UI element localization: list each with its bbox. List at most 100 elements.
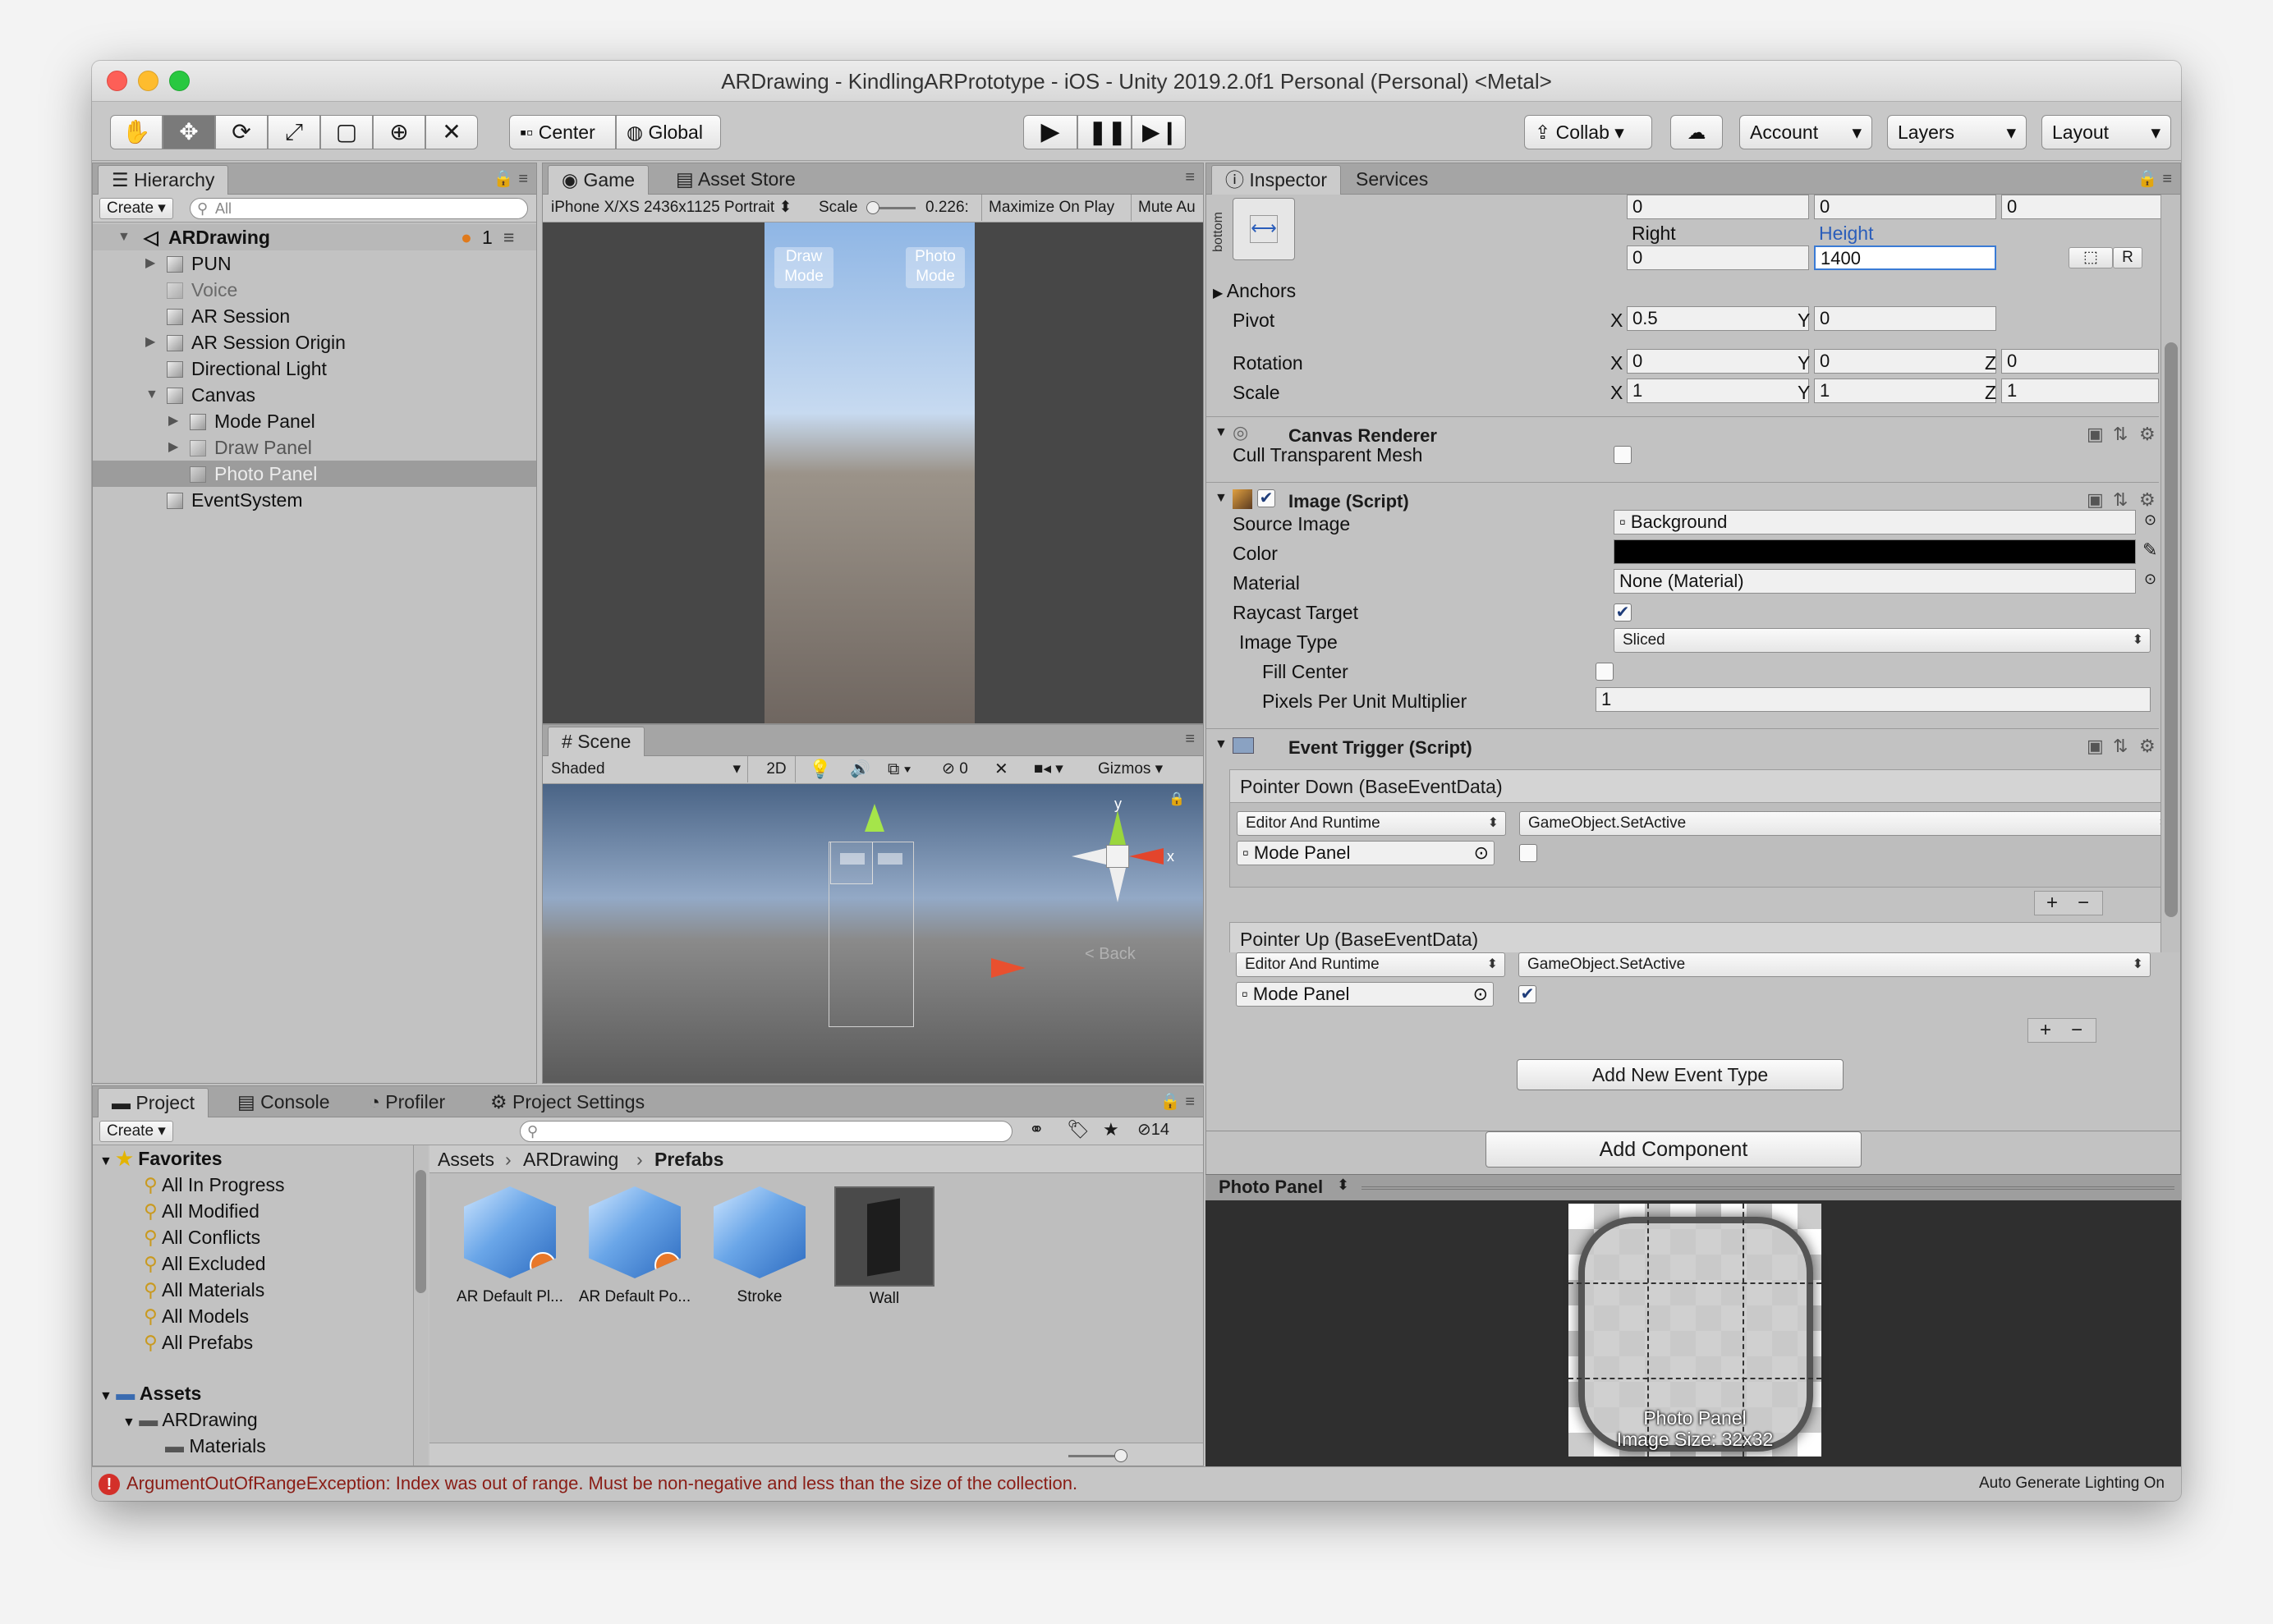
hierarchy-item-directional-light[interactable]: Directional Light <box>93 356 536 382</box>
account-dropdown[interactable]: Account ▾ <box>1739 115 1872 149</box>
right-field[interactable]: 0 <box>1627 245 1809 270</box>
hierarchy-item-pun[interactable]: ▶ PUN <box>93 250 536 277</box>
step-button[interactable]: ▶❙ <box>1132 115 1186 149</box>
2d-toggle[interactable]: 2D <box>758 756 796 782</box>
eyedropper-icon[interactable]: ✎ <box>2142 539 2157 561</box>
tab-console[interactable]: ▤ Console <box>224 1088 343 1117</box>
fill-center-checkbox[interactable] <box>1596 663 1614 681</box>
help-icon[interactable]: ▣ <box>2087 489 2104 511</box>
add-listener-button[interactable]: + <box>2046 892 2058 915</box>
transform-tool-icon[interactable]: ⊕ <box>373 115 425 149</box>
asset-item[interactable]: AR Default Po... <box>577 1186 692 1306</box>
scale-slider-thumb[interactable] <box>866 201 879 214</box>
scale-y-field[interactable]: 1 <box>1814 378 1996 403</box>
tab-inspector[interactable]: ⓘ Inspector <box>1211 165 1341 195</box>
anchor-preset-button[interactable]: ⟷ <box>1233 198 1295 260</box>
gizmo-center-cube[interactable] <box>1106 845 1129 868</box>
raw-edit-button[interactable]: R <box>2113 247 2142 268</box>
gizmos-dropdown[interactable]: Gizmos ▾ <box>1098 756 1163 782</box>
favorite-item[interactable]: ⚲ All Prefabs <box>144 1329 253 1356</box>
mute-audio-toggle[interactable]: Mute Au <box>1131 195 1196 221</box>
shading-dropdown[interactable]: Shaded ▾ <box>551 756 748 782</box>
resolution-dropdown[interactable]: iPhone X/XS 2436x1125 Portrait ⬍ <box>551 195 792 221</box>
panel-menu-icon[interactable]: ≡ <box>1185 168 1195 187</box>
tab-profiler[interactable]: ◔ Profiler <box>356 1088 458 1117</box>
lighting-icon[interactable]: 💡 <box>809 756 831 782</box>
photo-mode-button[interactable]: Photo Mode <box>906 247 965 288</box>
layout-dropdown[interactable]: Layout ▾ <box>2041 115 2171 149</box>
gizmo-y-cone-icon[interactable] <box>1109 810 1126 845</box>
orientation-gizmo[interactable]: y x <box>1068 796 1174 906</box>
project-search-input[interactable]: ⚲ <box>520 1121 1013 1142</box>
rotation-z-field[interactable]: 0 <box>2001 349 2159 374</box>
tab-project-settings[interactable]: ⚙ Project Settings <box>477 1088 658 1117</box>
move-tool-icon[interactable]: ✥ <box>163 115 215 149</box>
minimize-window-button[interactable] <box>138 71 158 91</box>
space-global-button[interactable]: ◍ Global <box>616 115 721 149</box>
scene-header-row[interactable]: ▼ ◁ ARDrawing ● 1 ≡ <box>93 224 536 250</box>
play-button[interactable]: ▶ <box>1023 115 1077 149</box>
anchors-foldout[interactable]: ▶ Anchors <box>1213 280 1296 302</box>
tab-game[interactable]: ◉ Game <box>548 165 650 195</box>
setactive-checkbox[interactable] <box>1519 844 1537 862</box>
panel-menu-icon[interactable]: 🔒 ≡ <box>494 168 528 189</box>
create-dropdown[interactable]: Create ▾ <box>99 1121 173 1142</box>
audio-icon[interactable]: 🔊 <box>850 756 870 782</box>
preview-header[interactable]: Photo Panel ⬍ <box>1205 1174 2181 1200</box>
draw-mode-button[interactable]: Draw Mode <box>774 247 833 288</box>
setactive-checkbox[interactable]: ✔ <box>1518 985 1536 1003</box>
ppu-multiplier-field[interactable]: 1 <box>1596 687 2151 712</box>
assets-foldout[interactable]: ▼ ▬ Assets <box>99 1380 201 1406</box>
x-handle-icon[interactable] <box>991 958 1026 978</box>
asset-item[interactable]: Stroke <box>702 1186 817 1306</box>
tab-services[interactable]: Services <box>1343 165 1441 195</box>
remove-listener-button[interactable]: − <box>2078 892 2089 915</box>
panel-menu-icon[interactable]: ≡ <box>1185 730 1195 749</box>
maximize-on-play-toggle[interactable]: Maximize On Play <box>981 195 1114 221</box>
source-image-field[interactable]: ▫ Background <box>1614 510 2136 534</box>
gear-icon[interactable]: ⚙ <box>2139 489 2156 511</box>
target-object-field[interactable]: ▫ Mode Panel ⊙ <box>1237 841 1495 865</box>
function-dropdown[interactable]: GameObject.SetActive <box>1518 952 2151 977</box>
object-picker-icon[interactable]: ⊙ <box>2144 571 2156 588</box>
scale-z-field[interactable]: 1 <box>2001 378 2159 403</box>
object-picker-icon[interactable]: ⊙ <box>2144 512 2156 529</box>
create-dropdown[interactable]: Create ▾ <box>99 198 173 219</box>
raycast-target-checkbox[interactable]: ✔ <box>1614 603 1632 622</box>
pause-button[interactable]: ❚❚ <box>1077 115 1132 149</box>
lock-icon[interactable]: 🔒 <box>1169 791 1185 807</box>
breadcrumb-assets[interactable]: Assets <box>438 1145 494 1173</box>
gizmo-neg-y-cone-icon[interactable] <box>1109 868 1126 902</box>
hierarchy-item-ar-session-origin[interactable]: ▶ AR Session Origin <box>93 329 536 356</box>
asset-item[interactable]: AR Default Pl... <box>452 1186 567 1306</box>
favorite-item[interactable]: ⚲ All Modified <box>144 1198 259 1224</box>
favorite-item[interactable]: ⚲ All Materials <box>144 1277 264 1303</box>
rect-tool-icon[interactable]: ▢ <box>320 115 373 149</box>
inspector-scroll-thumb[interactable] <box>2165 342 2178 917</box>
hand-tool-icon[interactable]: ✋ <box>110 115 163 149</box>
help-icon[interactable]: ▣ <box>2087 736 2104 757</box>
add-component-button[interactable]: Add Component <box>1485 1131 1862 1168</box>
tree-item-materials[interactable]: ▬ Materials <box>165 1433 266 1459</box>
pivot-y-field[interactable]: 0 <box>1814 306 1996 331</box>
favorite-item[interactable]: ⚲ All In Progress <box>144 1172 285 1198</box>
favorites-foldout[interactable]: ▼ ★ Favorites <box>99 1145 223 1172</box>
function-dropdown[interactable]: GameObject.SetActive <box>1519 811 2176 836</box>
favorite-item[interactable]: ⚲ All Conflicts <box>144 1224 260 1250</box>
rotate-tool-icon[interactable]: ⟳ <box>215 115 268 149</box>
icon-size-slider[interactable] <box>1068 1449 1127 1462</box>
panel-menu-icon[interactable]: 🔒 ≡ <box>2138 168 2172 189</box>
tab-asset-store[interactable]: ▤ Asset Store <box>663 165 809 195</box>
effects-icon[interactable]: ⧉ ▾ <box>888 756 911 782</box>
tools-icon[interactable]: ✕ <box>994 756 1008 782</box>
breadcrumb-prefabs[interactable]: Prefabs <box>654 1145 723 1173</box>
runtime-dropdown[interactable]: Editor And Runtime <box>1236 952 1505 977</box>
tree-scrollbar[interactable] <box>413 1145 428 1466</box>
scene-menu-icon[interactable]: ≡ <box>503 224 514 250</box>
preview-dropdown-icon[interactable]: ⬍ <box>1337 1177 1349 1194</box>
tree-scroll-thumb[interactable] <box>416 1170 426 1293</box>
panel-menu-icon[interactable]: 🔒 ≡ <box>1160 1091 1195 1112</box>
icon-size-slider-thumb[interactable] <box>1114 1449 1127 1462</box>
blueprint-mode-button[interactable]: ⬚ <box>2069 247 2113 268</box>
rect-pos-y-field[interactable]: 0 <box>1814 195 1996 219</box>
